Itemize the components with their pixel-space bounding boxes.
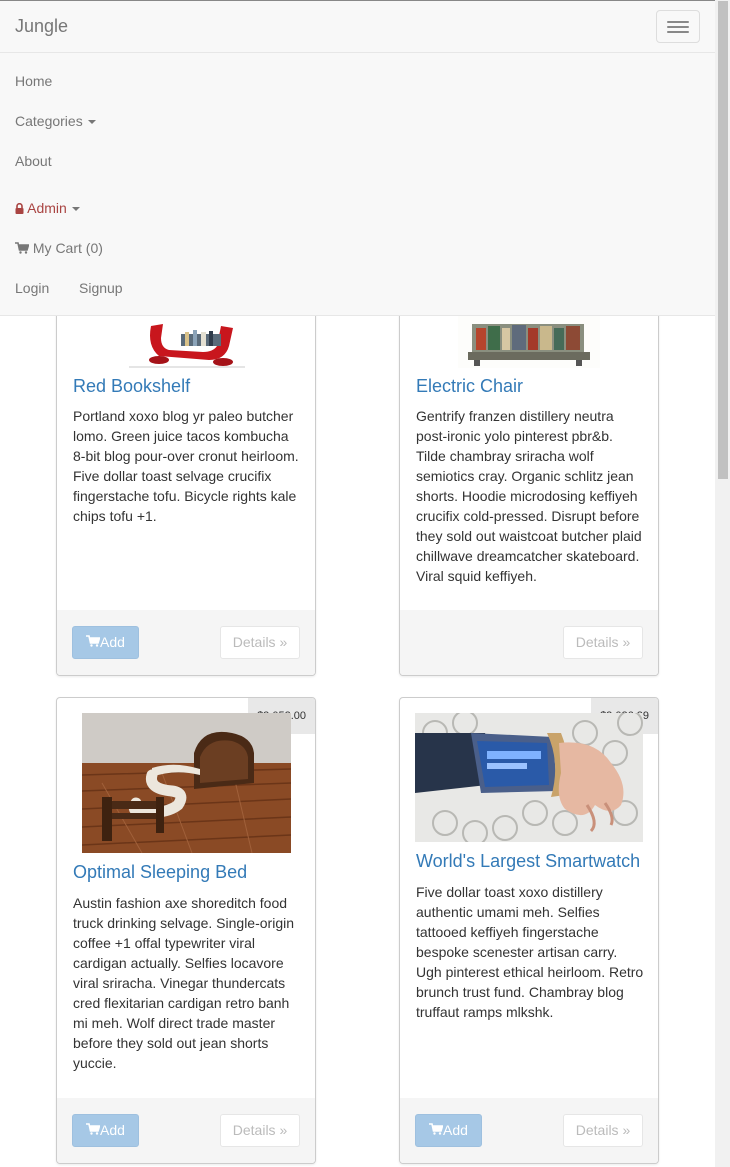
product-image[interactable] bbox=[129, 316, 245, 368]
product-card: $3,052.00 Optimal Sleeping Bed Austin fa… bbox=[56, 697, 316, 1164]
page: Red Bookshelf Portland xoxo blog yr pale… bbox=[0, 0, 715, 1167]
details-button[interactable]: Details » bbox=[563, 626, 643, 659]
product-image[interactable] bbox=[458, 316, 600, 368]
nav-admin-dropdown[interactable]: Admin bbox=[15, 200, 80, 216]
scrollbar[interactable] bbox=[715, 0, 730, 1167]
product-description: Gentrify franzen distillery neutra post-… bbox=[416, 408, 642, 584]
nav-categories-dropdown[interactable]: Categories bbox=[15, 113, 96, 129]
navbar: Jungle Home Categories About Admin My Ca… bbox=[0, 0, 715, 316]
details-button[interactable]: Details » bbox=[563, 1114, 643, 1147]
cart-icon bbox=[86, 1122, 101, 1138]
nav-signup[interactable]: Signup bbox=[79, 280, 123, 296]
product-name[interactable]: Electric Chair bbox=[416, 376, 523, 397]
nav-admin-label: Admin bbox=[27, 200, 67, 216]
cart-icon bbox=[429, 1122, 444, 1138]
card-footer: Add Details » bbox=[57, 610, 315, 675]
nav-home-label: Home bbox=[15, 73, 53, 89]
nav-about[interactable]: About bbox=[15, 153, 52, 169]
nav-my-cart-label: My Cart (0) bbox=[32, 240, 103, 256]
nav-categories-label: Categories bbox=[15, 113, 83, 129]
product-description: Portland xoxo blog yr paleo butcher lomo… bbox=[73, 408, 299, 524]
caret-down-icon bbox=[71, 207, 80, 212]
add-to-cart-button[interactable]: Add bbox=[415, 1114, 482, 1147]
add-to-cart-button[interactable]: Add bbox=[72, 626, 139, 659]
brand-link[interactable]: Jungle bbox=[15, 16, 68, 37]
add-button-label: Add bbox=[100, 634, 125, 650]
product-description: Five dollar toast xoxo distillery authen… bbox=[416, 884, 644, 1020]
product-name[interactable]: Optimal Sleeping Bed bbox=[73, 862, 247, 883]
nav-about-label: About bbox=[15, 153, 52, 169]
add-button-label: Add bbox=[100, 1122, 125, 1138]
details-button[interactable]: Details » bbox=[220, 626, 300, 659]
product-description: Austin fashion axe shoreditch food truck… bbox=[73, 895, 294, 1071]
product-name[interactable]: World's Largest Smartwatch bbox=[416, 851, 640, 872]
card-footer: Add Details » bbox=[57, 1098, 315, 1163]
card-footer: Add Details » bbox=[400, 1098, 658, 1163]
add-to-cart-button[interactable]: Add bbox=[72, 1114, 139, 1147]
add-button-label: Add bbox=[443, 1122, 468, 1138]
card-footer: Details » bbox=[400, 610, 658, 675]
navbar-divider bbox=[0, 52, 715, 53]
product-image[interactable] bbox=[82, 713, 291, 853]
scrollbar-thumb[interactable] bbox=[718, 1, 728, 479]
lock-icon bbox=[15, 200, 24, 216]
cart-icon bbox=[15, 240, 30, 256]
cart-icon bbox=[86, 634, 101, 650]
product-card: Electric Chair Gentrify franzen distille… bbox=[399, 255, 659, 676]
nav-signup-label: Signup bbox=[79, 280, 123, 296]
caret-down-icon bbox=[87, 120, 96, 125]
nav-my-cart[interactable]: My Cart (0) bbox=[15, 240, 103, 256]
details-button[interactable]: Details » bbox=[220, 1114, 300, 1147]
nav-login[interactable]: Login bbox=[15, 280, 49, 296]
navbar-toggle-button[interactable] bbox=[656, 10, 700, 43]
product-card: Red Bookshelf Portland xoxo blog yr pale… bbox=[56, 255, 316, 676]
product-image[interactable] bbox=[415, 713, 643, 842]
product-name[interactable]: Red Bookshelf bbox=[73, 376, 190, 397]
product-card: $2,026.29 World's Largest Sma bbox=[399, 697, 659, 1164]
nav-home[interactable]: Home bbox=[15, 73, 52, 89]
nav-login-label: Login bbox=[15, 280, 50, 296]
